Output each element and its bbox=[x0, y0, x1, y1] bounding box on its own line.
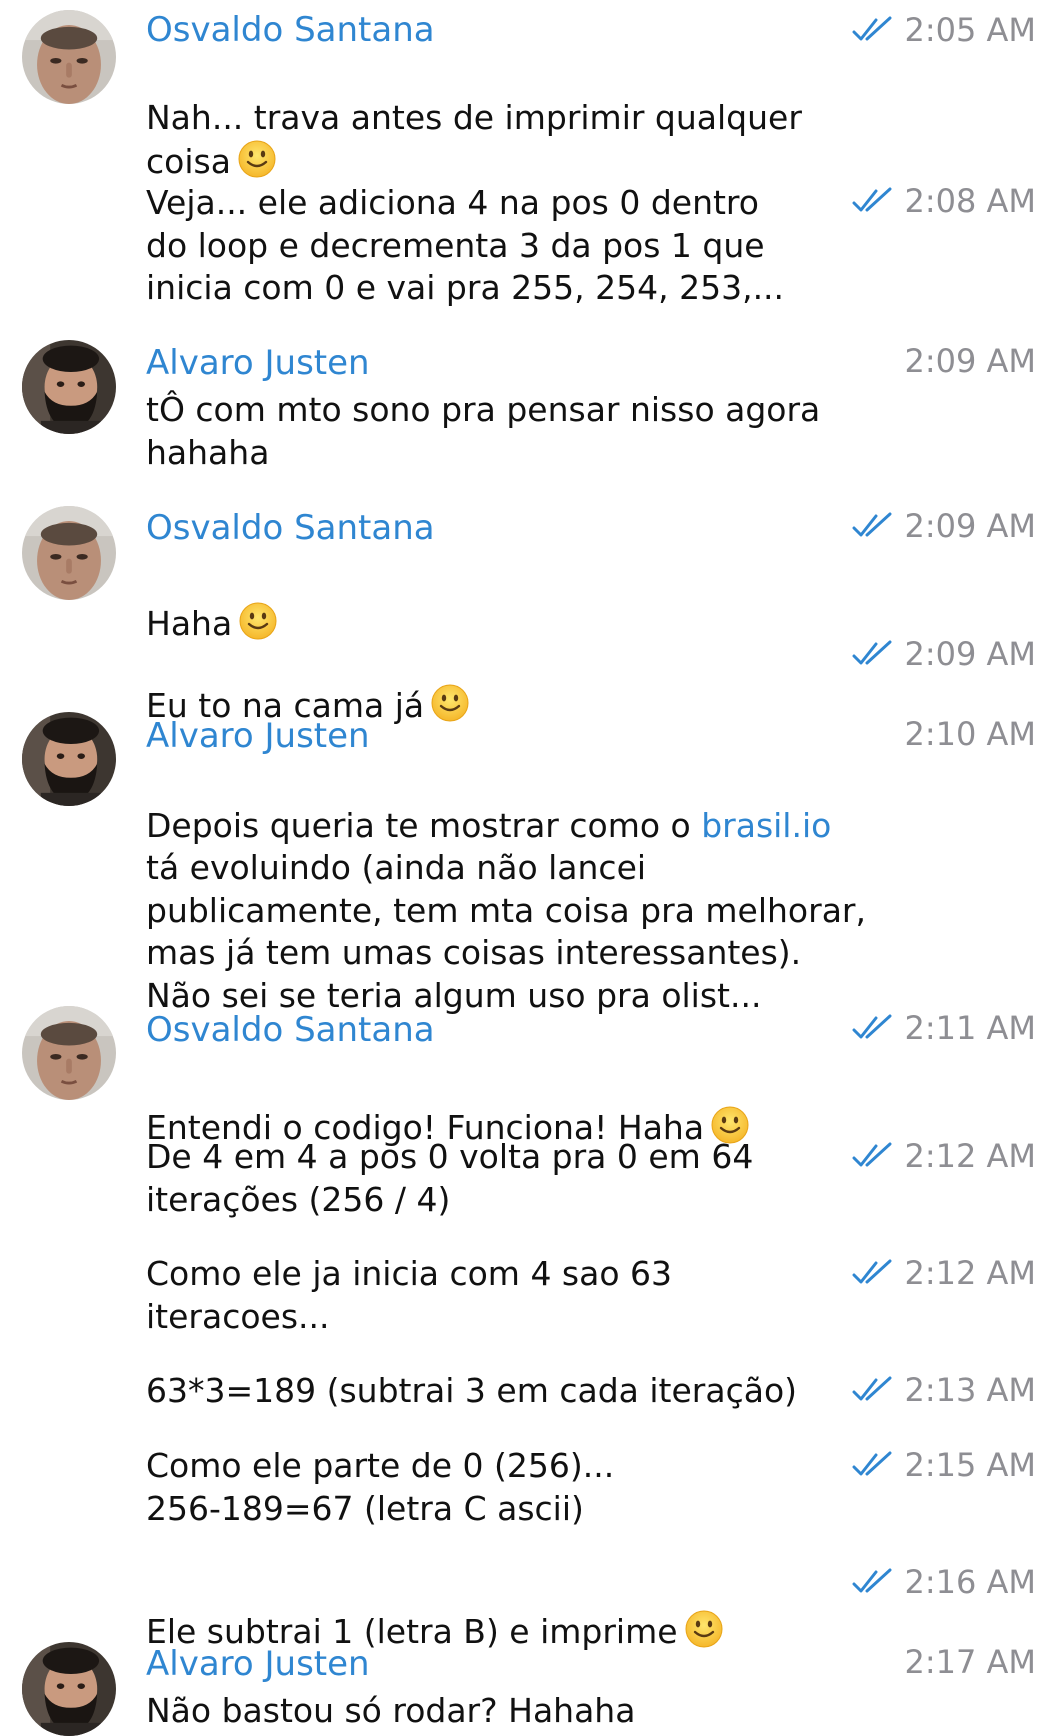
message-meta: 2:17 AM bbox=[904, 1642, 1036, 1682]
message-text: De 4 em 4 a pos 0 volta pra 0 em 64 iter… bbox=[146, 1137, 754, 1219]
message-text: Veja... ele adiciona 4 na pos 0 dentro d… bbox=[146, 183, 785, 307]
message-meta: 2:08 AM bbox=[852, 181, 1036, 221]
message-body: Haha bbox=[146, 603, 233, 643]
double-check-icon bbox=[852, 1259, 894, 1287]
message-meta: 2:10 AM bbox=[904, 714, 1036, 754]
brasil-io-link[interactable]: brasil.io bbox=[701, 806, 831, 845]
message-text: Eu to na cama já bbox=[146, 640, 470, 727]
message-meta: 2:05 AM bbox=[852, 10, 1036, 50]
message-time: 2:12 AM bbox=[904, 1254, 1036, 1292]
message-body: tá evoluindo (ainda não lancei publicame… bbox=[146, 848, 866, 1015]
message-meta: 2:11 AM bbox=[852, 1008, 1036, 1048]
message-text: Haha bbox=[146, 558, 278, 645]
avatar[interactable] bbox=[22, 10, 116, 104]
slightly-smiling-face-icon bbox=[430, 683, 470, 723]
message-text: 63*3=189 (subtrai 3 em cada iteração) bbox=[146, 1371, 798, 1410]
avatar-alvaro-justen bbox=[22, 712, 116, 806]
double-check-icon bbox=[852, 1568, 894, 1596]
avatar[interactable] bbox=[22, 506, 116, 600]
message-text: Ele subtrai 1 (letra B) e imprime bbox=[146, 1566, 724, 1653]
message-time: 2:11 AM bbox=[904, 1009, 1036, 1047]
double-check-icon bbox=[852, 640, 894, 668]
avatar[interactable] bbox=[22, 340, 116, 434]
sender-name[interactable]: Osvaldo Santana bbox=[146, 10, 435, 50]
avatar-alvaro-justen bbox=[22, 1642, 116, 1736]
message-body: Depois queria te mostrar como o bbox=[146, 805, 702, 845]
slightly-smiling-face-icon bbox=[684, 1609, 724, 1649]
message-time: 2:08 AM bbox=[904, 182, 1036, 220]
avatar[interactable] bbox=[22, 712, 116, 806]
sender-name[interactable]: Alvaro Justen bbox=[146, 1644, 370, 1684]
avatar-alvaro-justen bbox=[22, 340, 116, 434]
double-check-icon bbox=[852, 16, 894, 44]
message-text: Não bastou só rodar? Hahaha bbox=[146, 1691, 636, 1730]
message-text: Nah... trava antes de imprimir qualquer … bbox=[146, 54, 802, 184]
message-text: Como ele ja inicia com 4 sao 63 iteracoe… bbox=[146, 1254, 673, 1336]
avatar-osvaldo-santana bbox=[22, 506, 116, 600]
message-time: 2:05 AM bbox=[904, 11, 1036, 49]
double-check-icon bbox=[852, 1014, 894, 1042]
message-time: 2:10 AM bbox=[904, 715, 1036, 753]
double-check-icon bbox=[852, 512, 894, 540]
message-meta: 2:15 AM bbox=[852, 1445, 1036, 1485]
message-time: 2:12 AM bbox=[904, 1137, 1036, 1175]
message-time: 2:17 AM bbox=[904, 1643, 1036, 1681]
message-time: 2:16 AM bbox=[904, 1563, 1036, 1601]
message-time: 2:09 AM bbox=[904, 342, 1036, 380]
message-text: Depois queria te mostrar como o brasil.i… bbox=[146, 762, 866, 1017]
message-meta: 2:09 AM bbox=[852, 506, 1036, 546]
sender-name[interactable]: Alvaro Justen bbox=[146, 716, 370, 756]
message-meta: 2:12 AM bbox=[852, 1136, 1036, 1176]
double-check-icon bbox=[852, 187, 894, 215]
double-check-icon bbox=[852, 1451, 894, 1479]
avatar-osvaldo-santana bbox=[22, 10, 116, 104]
slightly-smiling-face-icon bbox=[238, 601, 278, 641]
message-time: 2:09 AM bbox=[904, 635, 1036, 673]
sender-name[interactable]: Alvaro Justen bbox=[146, 343, 370, 383]
message-time: 2:09 AM bbox=[904, 507, 1036, 545]
double-check-icon bbox=[852, 1376, 894, 1404]
avatar[interactable] bbox=[22, 1642, 116, 1736]
message-meta: 2:16 AM bbox=[852, 1562, 1036, 1602]
message-time: 2:15 AM bbox=[904, 1446, 1036, 1484]
message-time: 2:13 AM bbox=[904, 1371, 1036, 1409]
slightly-smiling-face-icon bbox=[237, 139, 277, 179]
avatar[interactable] bbox=[22, 1006, 116, 1100]
sender-name[interactable]: Osvaldo Santana bbox=[146, 1010, 435, 1050]
message-text: Como ele parte de 0 (256)... 256-189=67 … bbox=[146, 1446, 615, 1528]
double-check-icon bbox=[852, 1142, 894, 1170]
message-meta: 2:09 AM bbox=[904, 341, 1036, 381]
message-meta: 2:13 AM bbox=[852, 1370, 1036, 1410]
message-text: tÔ com mto sono pra pensar nisso agora h… bbox=[146, 390, 821, 472]
message-meta: 2:09 AM bbox=[852, 634, 1036, 674]
avatar-osvaldo-santana bbox=[22, 1006, 116, 1100]
message-meta: 2:12 AM bbox=[852, 1253, 1036, 1293]
sender-name[interactable]: Osvaldo Santana bbox=[146, 508, 435, 548]
